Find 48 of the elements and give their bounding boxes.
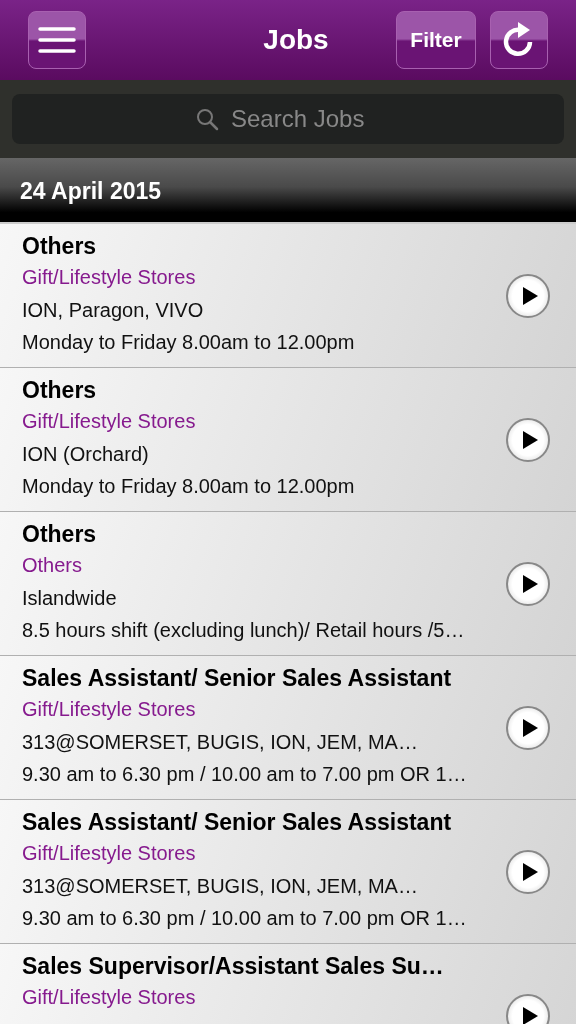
- play-icon: [521, 717, 539, 738]
- job-title: Others: [22, 520, 98, 548]
- job-category: Gift/Lifestyle Stores: [22, 265, 197, 290]
- menu-button[interactable]: [28, 11, 86, 69]
- job-category: Gift/Lifestyle Stores: [22, 985, 197, 1010]
- job-title: Sales Supervisor/Assistant Sales Su…: [22, 952, 445, 980]
- play-icon: [521, 1005, 539, 1024]
- job-location: ION, Paragon, VIVO: [22, 298, 205, 323]
- job-row[interactable]: Others Others Islandwide 8.5 hours shift (excluding lunch)/ Retail hours /5…: [0, 512, 576, 656]
- filter-button[interactable]: Filter: [396, 11, 476, 69]
- play-button[interactable]: [506, 993, 550, 1024]
- job-category: Gift/Lifestyle Stores: [22, 409, 197, 434]
- play-button[interactable]: [506, 705, 550, 750]
- job-title: Others: [22, 232, 98, 260]
- job-category: Gift/Lifestyle Stores: [22, 697, 197, 722]
- job-category: Others: [22, 553, 84, 578]
- play-icon: [521, 573, 539, 594]
- job-category: Gift/Lifestyle Stores: [22, 841, 197, 866]
- play-icon: [521, 285, 539, 306]
- job-title: Others: [22, 376, 98, 404]
- refresh-button[interactable]: [490, 11, 548, 69]
- page-title: Jobs: [262, 24, 330, 56]
- play-icon: [521, 429, 539, 450]
- search-icon: [195, 107, 219, 131]
- play-icon: [521, 861, 539, 882]
- job-row[interactable]: Sales Assistant/ Senior Sales Assistant Gift/Lifestyle Stores 313@SOMERSET, BUGIS, ION, JEM, MA… 9.30 am to 6.30 pm / 10.00 am to 7.00 pm OR 1…: [0, 800, 576, 944]
- play-button[interactable]: [506, 273, 550, 318]
- job-location: ION (Orchard): [22, 442, 150, 467]
- job-hours: 9.30 am to 6.30 pm / 10.00 am to 7.00 pm OR 1…: [22, 762, 468, 787]
- play-button[interactable]: [506, 417, 550, 462]
- date-header: 24 April 2015: [0, 158, 576, 222]
- job-hours: 9.30 am to 6.30 pm / 10.00 am to 7.00 pm OR 1…: [22, 906, 468, 931]
- menu-icon: [38, 26, 76, 54]
- job-row[interactable]: Others Gift/Lifestyle Stores ION (Orchard) Monday to Friday 8.00am to 12.00pm: [0, 368, 576, 512]
- job-hours: 8.5 hours shift (excluding lunch)/ Retail hours /5…: [22, 618, 466, 643]
- job-location: Islandwide: [22, 586, 118, 611]
- job-row[interactable]: Sales Assistant/ Senior Sales Assistant Gift/Lifestyle Stores 313@SOMERSET, BUGIS, ION, JEM, MA… 9.30 am to 6.30 pm / 10.00 am to 7.00 pm OR 1…: [0, 656, 576, 800]
- job-title: Sales Assistant/ Senior Sales Assistant: [22, 808, 453, 836]
- job-row[interactable]: Others Gift/Lifestyle Stores ION, Paragon, VIVO Monday to Friday 8.00am to 12.00pm: [0, 224, 576, 368]
- job-location: 313@SOMERSET, BUGIS, ION, JEM, MA…: [22, 730, 419, 755]
- search-field[interactable]: Search Jobs: [231, 105, 381, 133]
- play-button[interactable]: [506, 561, 550, 606]
- job-location: 313@SOMERSET, BUGIS, ION, JEM, MA…: [22, 874, 419, 899]
- job-hours: Monday to Friday 8.00am to 12.00pm: [22, 330, 356, 355]
- play-button[interactable]: [506, 849, 550, 894]
- job-title: Sales Assistant/ Senior Sales Assistant: [22, 664, 453, 692]
- job-hours: Monday to Friday 8.00am to 12.00pm: [22, 474, 356, 499]
- job-row[interactable]: Sales Supervisor/Assistant Sales Su… Gift/Lifestyle Stores: [0, 944, 576, 1024]
